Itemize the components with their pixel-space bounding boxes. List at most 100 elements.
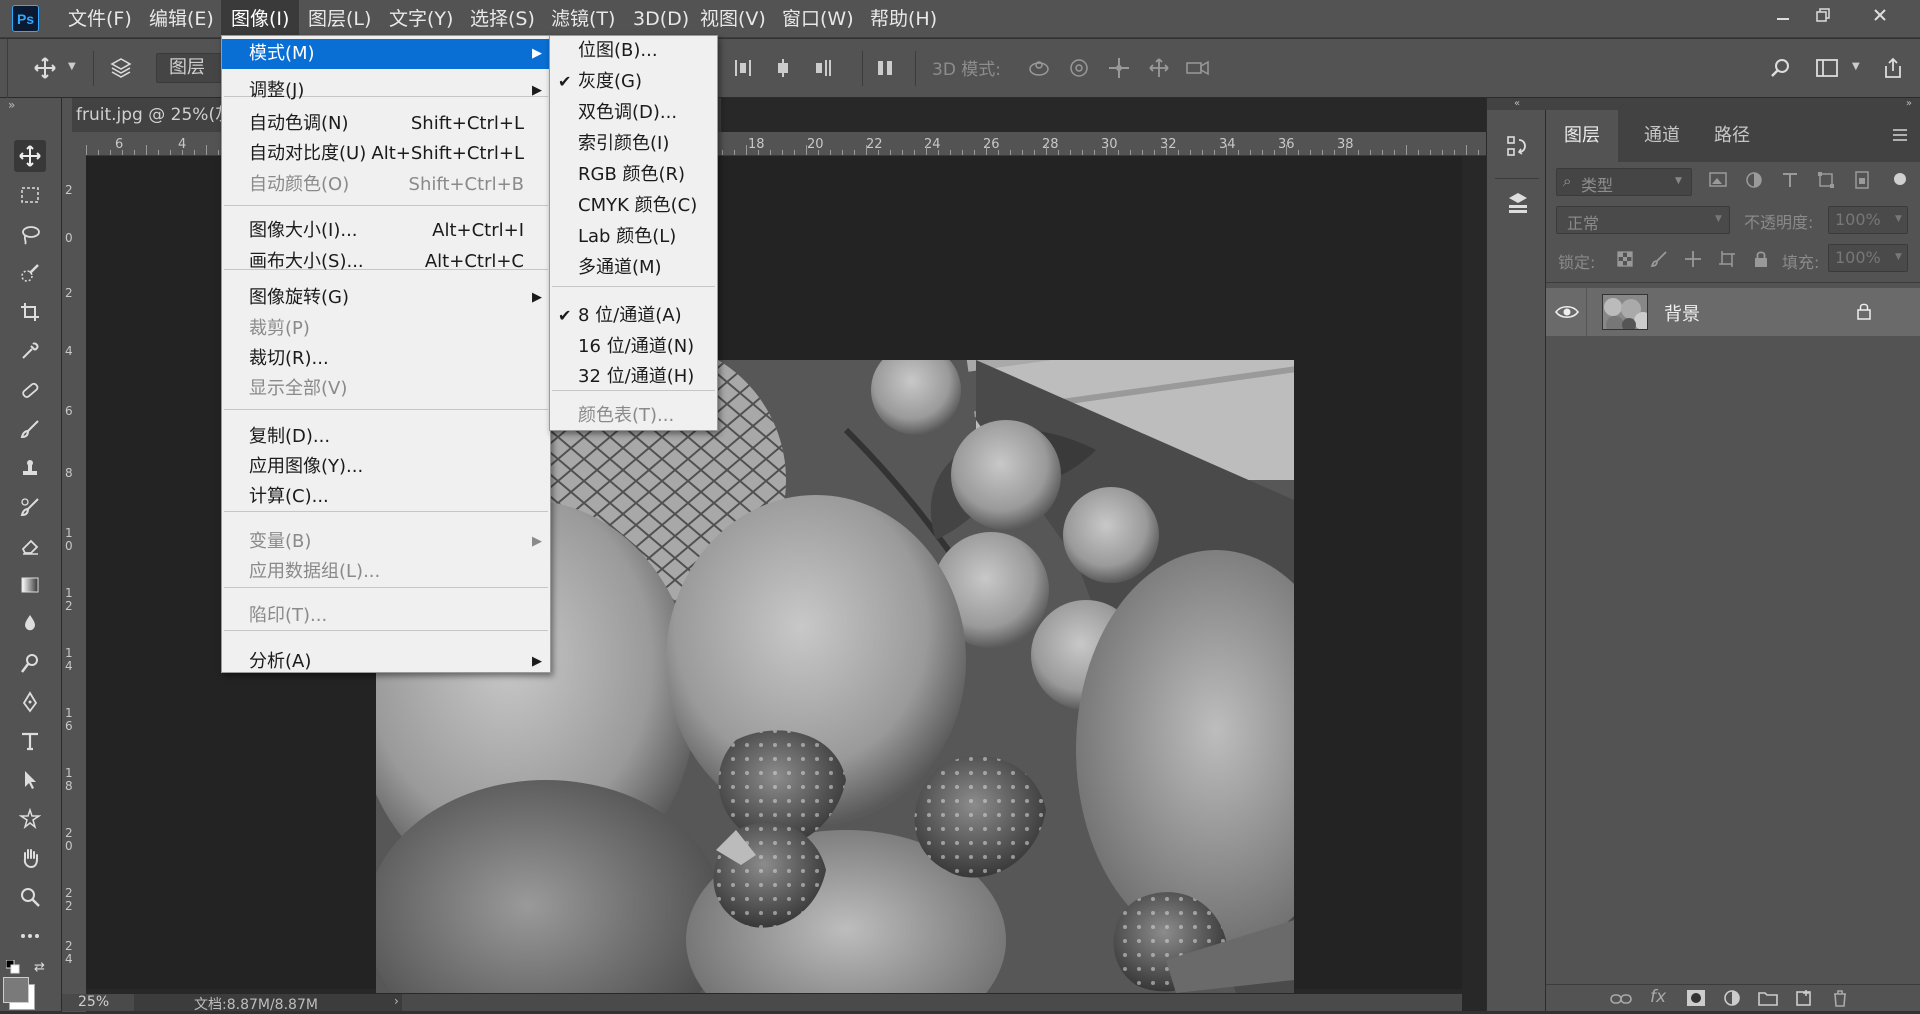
3d-slide-icon[interactable] xyxy=(1144,53,1174,83)
menu-item-image-size[interactable]: 图像大小(I)... Alt+Ctrl+I xyxy=(222,216,550,246)
menu-item-mode[interactable]: 模式(M) ▶ xyxy=(222,39,550,69)
custom-shape-tool-icon[interactable] xyxy=(14,803,46,835)
lasso-tool-icon[interactable] xyxy=(14,218,46,250)
swap-colors-icon[interactable]: ⇄ xyxy=(34,960,50,975)
opacity-input[interactable]: 100% ▼ xyxy=(1828,206,1908,234)
default-colors-icon[interactable] xyxy=(6,960,20,974)
menu-item-auto-tone[interactable]: 自动色调(N) Shift+Ctrl+L xyxy=(222,109,550,139)
menu-item-duplicate[interactable]: 复制(D)... xyxy=(222,422,550,452)
mode-item-16-bits[interactable]: 16 位/通道(N) xyxy=(550,332,717,362)
lock-transparent-icon[interactable] xyxy=(1616,250,1634,268)
mode-item-duotone[interactable]: 双色调(D)... xyxy=(550,98,717,128)
type-tool-icon[interactable] xyxy=(14,725,46,757)
filter-adjustment-icon[interactable] xyxy=(1744,170,1764,190)
menu-item-image-rotation[interactable]: 图像旋转(G) ▶ xyxy=(222,283,550,313)
menu-item-auto-contrast[interactable]: 自动对比度(U) Alt+Shift+Ctrl+L xyxy=(222,139,550,169)
3d-camera-icon[interactable] xyxy=(1183,53,1213,83)
mode-item-rgb-color[interactable]: RGB 颜色(R) xyxy=(550,160,717,190)
workspace-chevron-down-icon[interactable]: ▼ xyxy=(1852,61,1860,72)
menu-item-canvas-size[interactable]: 画布大小(S)... Alt+Ctrl+C xyxy=(222,247,550,277)
menu-item-analysis[interactable]: 分析(A) ▶ xyxy=(222,647,550,677)
menu-item-apply-image[interactable]: 应用图像(Y)... xyxy=(222,452,550,482)
properties-panel-icon[interactable] xyxy=(1505,190,1531,216)
foreground-color-swatch[interactable] xyxy=(3,977,29,1003)
tab-layers[interactable]: 图层 xyxy=(1546,110,1618,162)
mode-item-32-bits[interactable]: 32 位/通道(H) xyxy=(550,362,717,392)
auto-select-layers-icon[interactable] xyxy=(106,53,136,83)
distribute-center-icon[interactable] xyxy=(768,53,798,83)
distribute-spacing-icon[interactable] xyxy=(870,53,900,83)
menu-item-calculations[interactable]: 计算(C)... xyxy=(222,482,550,512)
new-group-icon[interactable] xyxy=(1758,989,1778,1007)
menu-type[interactable]: 文字(Y) xyxy=(379,0,463,38)
link-layers-icon[interactable] xyxy=(1610,990,1632,1008)
lock-all-icon[interactable] xyxy=(1752,250,1770,268)
layer-name[interactable]: 背景 xyxy=(1664,300,1700,326)
eraser-tool-icon[interactable] xyxy=(14,530,46,562)
menu-help[interactable]: 帮助(H) xyxy=(860,0,947,38)
menu-window[interactable]: 窗口(W) xyxy=(772,0,864,38)
move-tool-icon[interactable] xyxy=(30,53,60,83)
history-panel-icon[interactable] xyxy=(1505,134,1531,160)
chevron-down-icon[interactable]: ▼ xyxy=(68,61,76,72)
mode-item-bitmap[interactable]: 位图(B)... xyxy=(550,36,717,66)
mode-item-cmyk-color[interactable]: CMYK 颜色(C) xyxy=(550,191,717,221)
expand-dock-icon[interactable]: « xyxy=(1487,98,1547,110)
menu-select[interactable]: 选择(S) xyxy=(460,0,545,38)
eyedropper-tool-icon[interactable] xyxy=(14,335,46,367)
3d-roll-icon[interactable] xyxy=(1064,53,1094,83)
hand-tool-icon[interactable] xyxy=(14,842,46,874)
crop-tool-icon[interactable] xyxy=(14,296,46,328)
gradient-tool-icon[interactable] xyxy=(14,569,46,601)
mode-item-lab-color[interactable]: Lab 颜色(L) xyxy=(550,222,717,252)
status-chevron-right-icon[interactable]: › xyxy=(394,994,399,1008)
menu-layer[interactable]: 图层(L) xyxy=(298,0,381,38)
new-layer-icon[interactable] xyxy=(1794,989,1814,1007)
search-icon[interactable] xyxy=(1765,53,1795,83)
mode-item-grayscale[interactable]: ✔ 灰度(G) xyxy=(550,67,717,97)
filter-pixel-icon[interactable] xyxy=(1708,170,1728,190)
visibility-eye-icon[interactable] xyxy=(1554,302,1580,322)
more-tools-icon[interactable] xyxy=(14,920,46,952)
mode-item-8-bits[interactable]: ✔ 8 位/通道(A) xyxy=(550,301,717,331)
menu-image[interactable]: 图像(I) xyxy=(221,0,300,38)
menu-filter[interactable]: 滤镜(T) xyxy=(541,0,625,38)
path-selection-tool-icon[interactable] xyxy=(14,764,46,796)
blur-tool-icon[interactable] xyxy=(14,608,46,640)
brush-tool-icon[interactable] xyxy=(14,413,46,445)
layer-row[interactable]: 背景 xyxy=(1546,288,1920,336)
restore-icon[interactable] xyxy=(1800,0,1846,30)
layer-style-fx-icon[interactable]: fx xyxy=(1650,987,1666,1007)
menu-edit[interactable]: 编辑(E) xyxy=(139,0,224,38)
tab-paths[interactable]: 路径 xyxy=(1696,110,1768,162)
history-brush-tool-icon[interactable] xyxy=(14,491,46,523)
menu-item-trim[interactable]: 裁切(R)... xyxy=(222,344,550,374)
3d-pan-icon[interactable] xyxy=(1104,53,1134,83)
add-mask-icon[interactable] xyxy=(1686,989,1706,1007)
filter-smart-object-icon[interactable] xyxy=(1852,170,1872,190)
menu-file[interactable]: 文件(F) xyxy=(58,0,142,38)
tab-channels[interactable]: 通道 xyxy=(1626,110,1698,162)
lock-artboard-icon[interactable] xyxy=(1718,250,1736,268)
menu-view[interactable]: 视图(V) xyxy=(690,0,776,38)
zoom-level[interactable]: 25% xyxy=(78,994,109,1010)
workspace-icon[interactable] xyxy=(1812,53,1842,83)
layer-filter-dropdown[interactable]: ⌕ 类型 ▼ xyxy=(1556,168,1692,196)
delete-layer-icon[interactable] xyxy=(1830,989,1850,1007)
move-tool-icon[interactable] xyxy=(14,140,46,172)
blend-mode-dropdown[interactable]: 正常 ▼ xyxy=(1556,206,1730,234)
collapse-panel-icon[interactable]: » xyxy=(1546,98,1920,110)
fill-input[interactable]: 100% ▼ xyxy=(1828,244,1908,272)
menu-item-adjustments[interactable]: 调整(J) ▶ xyxy=(222,76,550,106)
menu-3d[interactable]: 3D(D) xyxy=(623,0,699,38)
lock-position-icon[interactable] xyxy=(1684,250,1702,268)
new-adjustment-icon[interactable] xyxy=(1722,989,1742,1007)
filter-type-icon[interactable] xyxy=(1780,170,1800,190)
clone-stamp-tool-icon[interactable] xyxy=(14,452,46,484)
3d-orbit-icon[interactable] xyxy=(1024,53,1054,83)
layer-select-dropdown[interactable]: 图层 xyxy=(156,53,224,83)
pen-tool-icon[interactable] xyxy=(14,686,46,718)
lock-pixels-icon[interactable] xyxy=(1650,250,1668,268)
mode-item-indexed-color[interactable]: 索引颜色(I) xyxy=(550,129,717,159)
distribute-hcenter-icon[interactable] xyxy=(728,53,758,83)
